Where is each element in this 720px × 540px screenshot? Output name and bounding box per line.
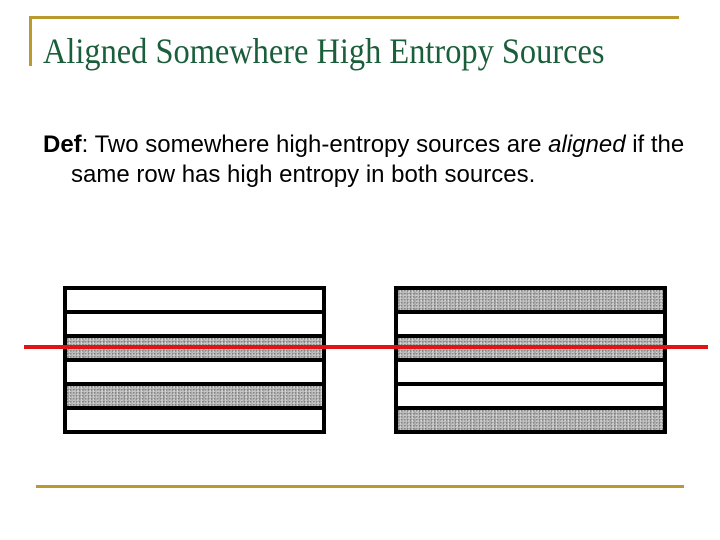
- slide-title: Aligned Somewhere High Entropy Sources: [43, 31, 605, 71]
- source-1-box: [63, 286, 326, 434]
- low-entropy-row: [67, 290, 322, 310]
- source-2-box: [394, 286, 667, 434]
- definition-label: Def: [43, 131, 82, 158]
- definition-paragraph: Def: Two somewhere high-entropy sources …: [43, 130, 720, 190]
- low-entropy-row: [398, 362, 663, 382]
- low-entropy-row: [398, 314, 663, 334]
- footer-rule: [36, 485, 684, 488]
- high-entropy-row: [398, 290, 663, 310]
- low-entropy-row: [67, 362, 322, 382]
- title-frame-left-rule: [29, 16, 32, 66]
- low-entropy-row: [67, 410, 322, 430]
- low-entropy-row: [398, 386, 663, 406]
- definition-emphasis: aligned: [548, 131, 626, 158]
- definition-text-before: Two somewhere high-entropy sources are: [88, 131, 549, 158]
- high-entropy-row: [67, 386, 322, 406]
- low-entropy-row: [67, 314, 322, 334]
- high-entropy-row: [398, 410, 663, 430]
- aligned-row-indicator-line: [24, 345, 708, 349]
- title-frame-top-rule: [29, 16, 679, 19]
